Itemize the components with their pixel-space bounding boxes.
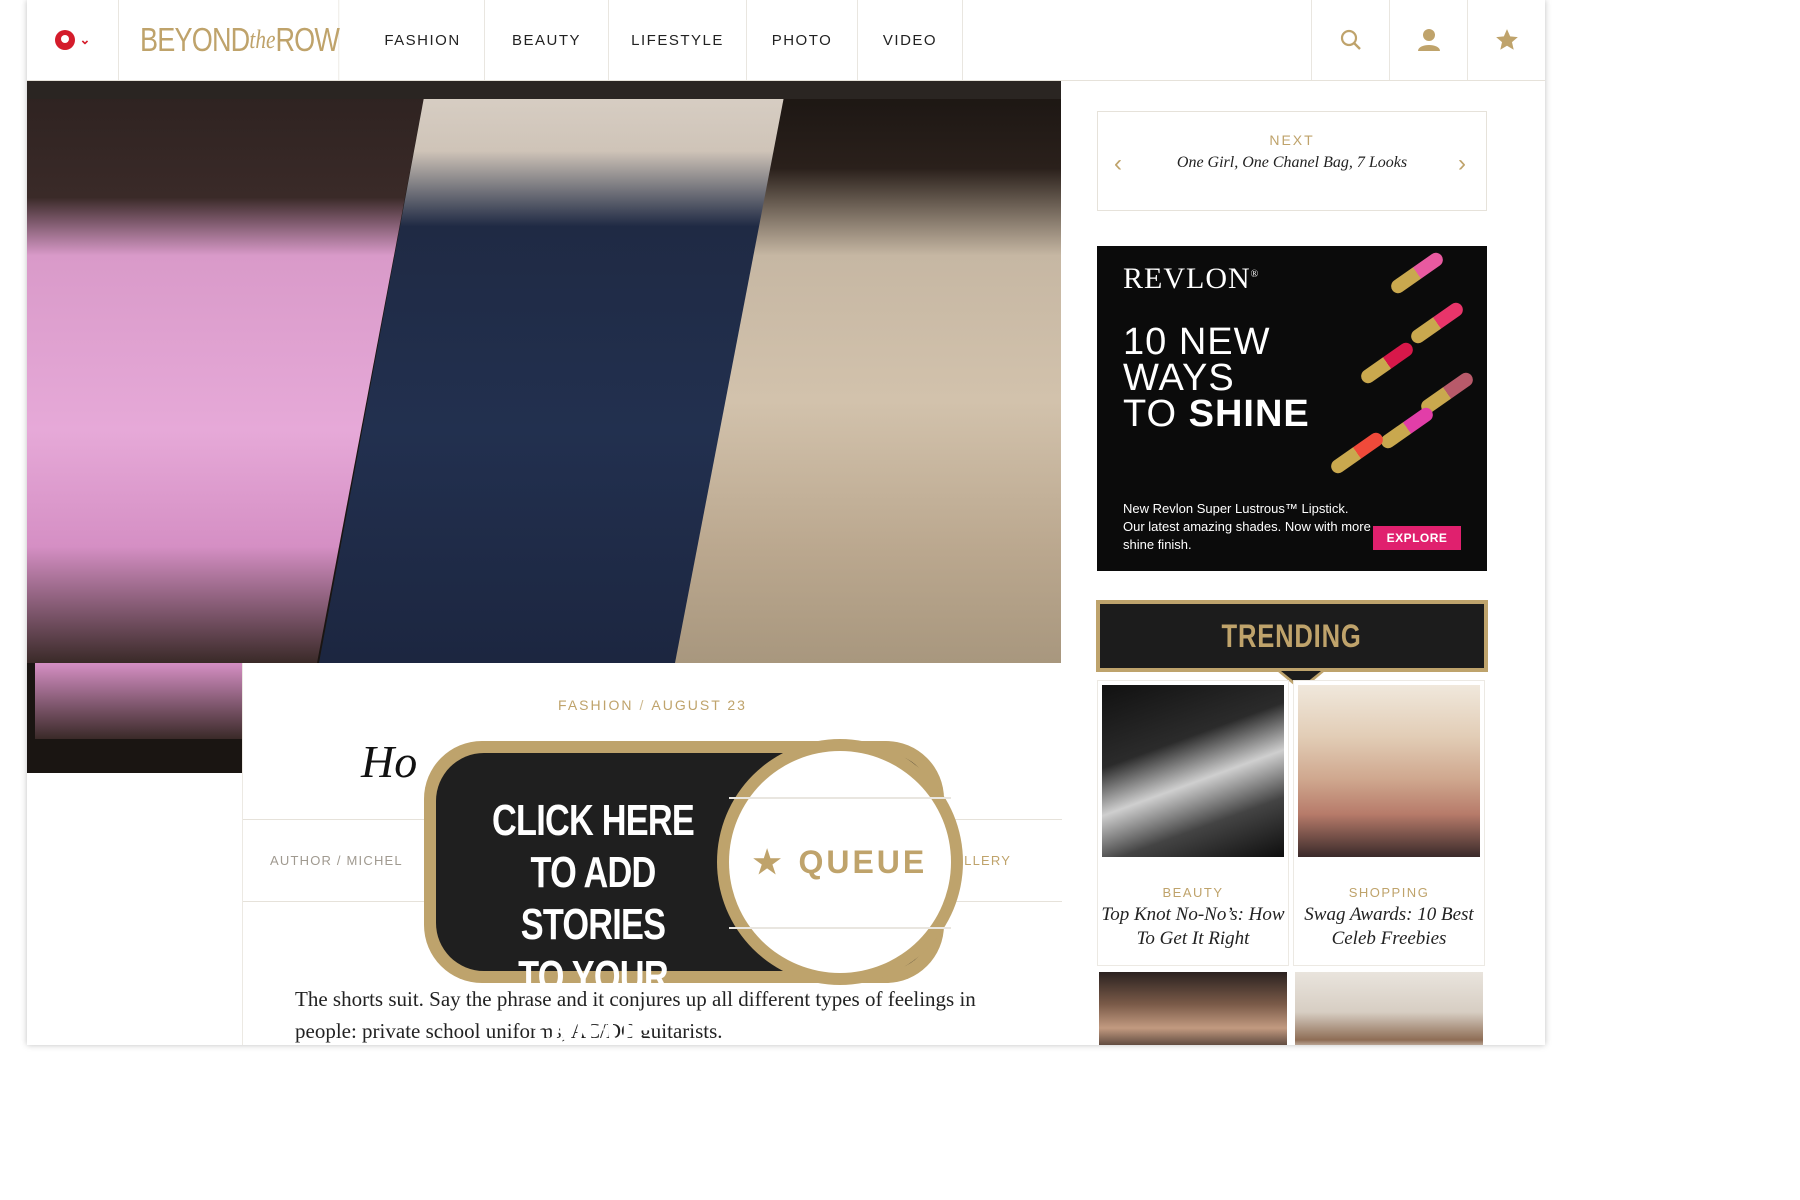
tooltip-line: TO YOUR QUEUE xyxy=(518,952,668,1045)
hero-image-extension xyxy=(27,663,242,773)
trending-card-category[interactable]: SHOPPING xyxy=(1294,885,1484,900)
explore-button[interactable]: EXPLORE xyxy=(1373,526,1461,550)
article-date: AUGUST 23 xyxy=(651,697,747,713)
next-label: NEXT xyxy=(1269,132,1315,148)
trending-card[interactable]: BEAUTY Top Knot No-No’s: How To Get It R… xyxy=(1097,680,1289,966)
ad-brand-mark: ® xyxy=(1250,269,1260,280)
chevron-down-icon: ⌄ xyxy=(79,32,91,47)
lipstick-image xyxy=(1378,405,1436,451)
nav-lifestyle[interactable]: LIFESTYLE xyxy=(609,0,747,80)
article-title: Ho xyxy=(361,736,418,787)
trending-card-image[interactable] xyxy=(1099,972,1287,1045)
logo-text-the: the xyxy=(249,25,276,54)
next-article-box[interactable]: ‹ NEXT One Girl, One Chanel Bag, 7 Looks… xyxy=(1097,111,1487,211)
logo-text-end: ROW xyxy=(275,21,340,58)
trending-title: TRENDING xyxy=(1221,617,1363,654)
site-header: ⌄ BEYOND the ROW FASHION BEAUTY LIFESTYLE … xyxy=(27,0,1545,81)
revlon-ad[interactable]: REVLON® 10 NEW WAYS TO SHINE New Revlon … xyxy=(1097,246,1487,571)
trending-card-category[interactable]: BEAUTY xyxy=(1098,885,1288,900)
site-logo[interactable]: BEYOND the ROW xyxy=(140,0,340,80)
search-icon xyxy=(1340,29,1361,50)
hero-image-extension-fill xyxy=(35,663,242,739)
chevron-right-icon[interactable]: › xyxy=(1458,150,1466,178)
lipstick-image xyxy=(1328,430,1386,476)
ad-brand: REVLON® xyxy=(1123,262,1259,296)
trending-card-image xyxy=(1298,685,1480,857)
ad-headline: 10 NEW WAYS TO SHINE xyxy=(1123,321,1310,435)
lipstick-image xyxy=(1358,340,1416,386)
trending-card-image xyxy=(1102,685,1284,857)
article-category[interactable]: FASHION xyxy=(558,697,633,713)
lipstick-image xyxy=(1408,300,1466,346)
ad-headline-line: TO SHINE xyxy=(1123,393,1310,435)
queue-tooltip: CLICK HERE TO ADD STORIES TO YOUR QUEUE … xyxy=(424,739,966,1045)
network-logo-icon xyxy=(54,30,75,50)
divider xyxy=(729,797,951,799)
ad-headline-part: TO xyxy=(1123,393,1189,435)
hero-top-band xyxy=(27,81,1061,99)
ad-headline-emphasis: SHINE xyxy=(1188,393,1310,435)
article-author[interactable]: AUTHOR / MICHEL xyxy=(270,853,403,868)
network-menu-button[interactable]: ⌄ xyxy=(27,0,119,80)
trending-card-title[interactable]: Top Knot No-No’s: How To Get It Right xyxy=(1098,903,1288,951)
tooltip-line: CLICK HERE xyxy=(492,796,695,845)
nav-photo[interactable]: PHOTO xyxy=(747,0,858,80)
tooltip-text: CLICK HERE TO ADD STORIES TO YOUR QUEUE xyxy=(486,795,700,1045)
nav-fashion[interactable]: FASHION xyxy=(361,0,485,80)
divider xyxy=(729,927,951,929)
ad-headline-line: 10 NEW xyxy=(1123,321,1271,363)
meta-divider: / xyxy=(639,697,646,713)
ad-copy: New Revlon Super Lustrous™ Lipstick. Our… xyxy=(1123,501,1371,552)
queue-label-group: ★ QUEUE xyxy=(753,843,927,881)
ad-brand-name: REVLON xyxy=(1123,262,1251,295)
trending-header: TRENDING xyxy=(1096,600,1488,672)
queue-add-button[interactable]: ★ QUEUE xyxy=(729,751,951,973)
user-icon xyxy=(1417,29,1440,51)
browser-page: ⌄ BEYOND the ROW FASHION BEAUTY LIFESTYLE … xyxy=(27,0,1545,1045)
lipstick-image xyxy=(1388,250,1446,296)
nav-beauty[interactable]: BEAUTY xyxy=(485,0,609,80)
trending-header-inner: TRENDING xyxy=(1100,604,1484,668)
queue-highlight-ring: ★ QUEUE xyxy=(717,739,963,985)
tooltip-line: TO ADD STORIES xyxy=(520,848,666,949)
queue-label: QUEUE xyxy=(798,843,928,880)
star-icon: ★ xyxy=(752,844,785,880)
logo-text-main: BEYOND xyxy=(140,21,250,58)
nav-video[interactable]: VIDEO xyxy=(858,0,963,80)
trending-card-title[interactable]: Swag Awards: 10 Best Celeb Freebies xyxy=(1294,903,1484,951)
article-meta: FASHION / AUGUST 23 xyxy=(243,697,1062,713)
next-article-title[interactable]: One Girl, One Chanel Bag, 7 Looks xyxy=(1098,154,1486,172)
search-button[interactable] xyxy=(1311,0,1389,80)
trending-card[interactable]: SHOPPING Swag Awards: 10 Best Celeb Free… xyxy=(1293,680,1485,966)
ad-headline-line: WAYS xyxy=(1123,357,1235,399)
star-icon xyxy=(1495,29,1518,50)
queue-button[interactable] xyxy=(1467,0,1545,80)
account-button[interactable] xyxy=(1389,0,1467,80)
hero-image[interactable] xyxy=(27,81,1061,663)
trending-card-image[interactable] xyxy=(1295,972,1483,1045)
